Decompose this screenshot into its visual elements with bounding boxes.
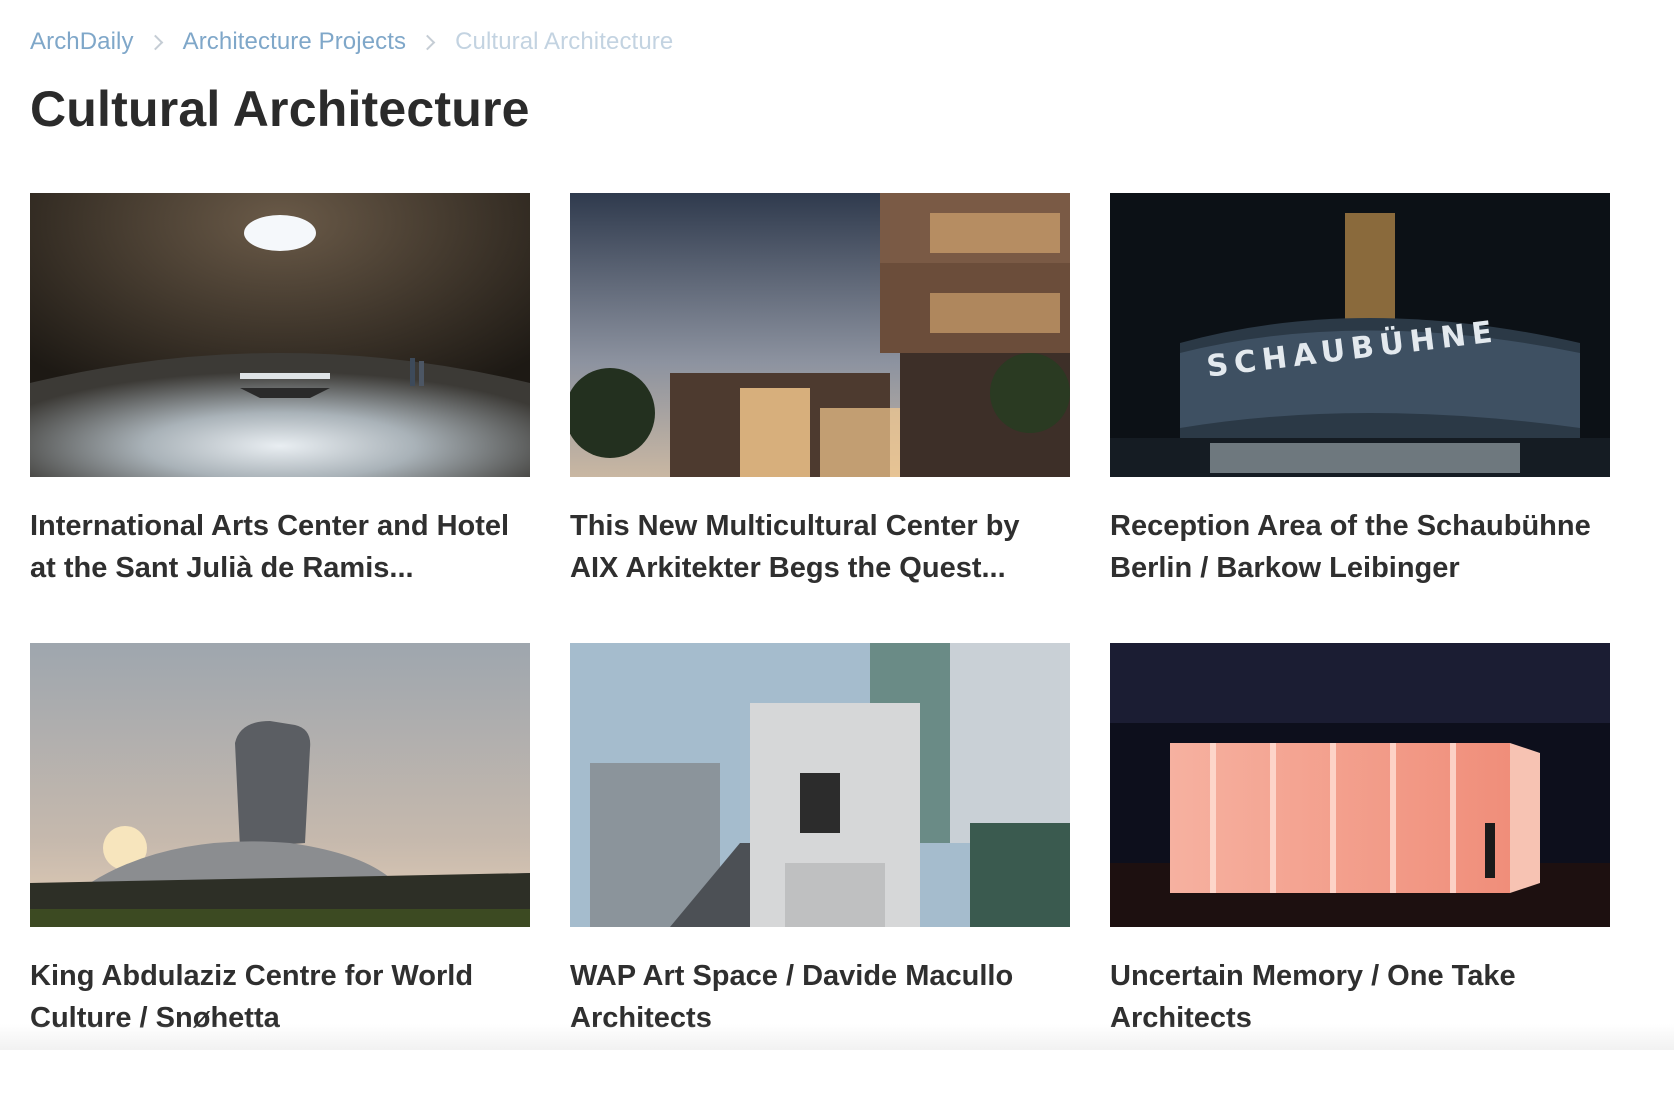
project-thumbnail[interactable] bbox=[30, 193, 530, 477]
project-title[interactable]: Reception Area of the Schaubühne Berlin … bbox=[1110, 505, 1610, 589]
project-grid: International Arts Center and Hotel at t… bbox=[30, 193, 1610, 1093]
page-title: Cultural Architecture bbox=[30, 81, 530, 137]
project-thumbnail[interactable] bbox=[30, 643, 530, 927]
project-title[interactable]: International Arts Center and Hotel at t… bbox=[30, 505, 530, 589]
breadcrumb: ArchDaily Architecture Projects Cultural… bbox=[30, 28, 673, 56]
chevron-right-icon bbox=[147, 34, 163, 50]
project-thumbnail[interactable]: SCHAUBÜHNE bbox=[1110, 193, 1610, 477]
project-card[interactable]: SCHAUBÜHNE Reception Area of the Schaubü… bbox=[1110, 193, 1610, 643]
chevron-right-icon bbox=[419, 34, 436, 50]
breadcrumb-current: Cultural Architecture bbox=[455, 28, 674, 55]
project-thumbnail[interactable] bbox=[570, 193, 1070, 477]
project-thumbnail[interactable] bbox=[1110, 643, 1610, 927]
project-thumbnail[interactable] bbox=[570, 643, 1070, 927]
breadcrumb-link-archdaily[interactable]: ArchDaily bbox=[30, 28, 134, 56]
project-card[interactable]: International Arts Center and Hotel at t… bbox=[30, 193, 530, 643]
breadcrumb-link-architecture-projects[interactable]: Architecture Projects bbox=[183, 28, 407, 56]
project-title[interactable]: This New Multicultural Center by AIX Ark… bbox=[570, 505, 1070, 589]
bottom-fade bbox=[0, 1024, 1674, 1050]
project-card[interactable]: This New Multicultural Center by AIX Ark… bbox=[570, 193, 1070, 643]
